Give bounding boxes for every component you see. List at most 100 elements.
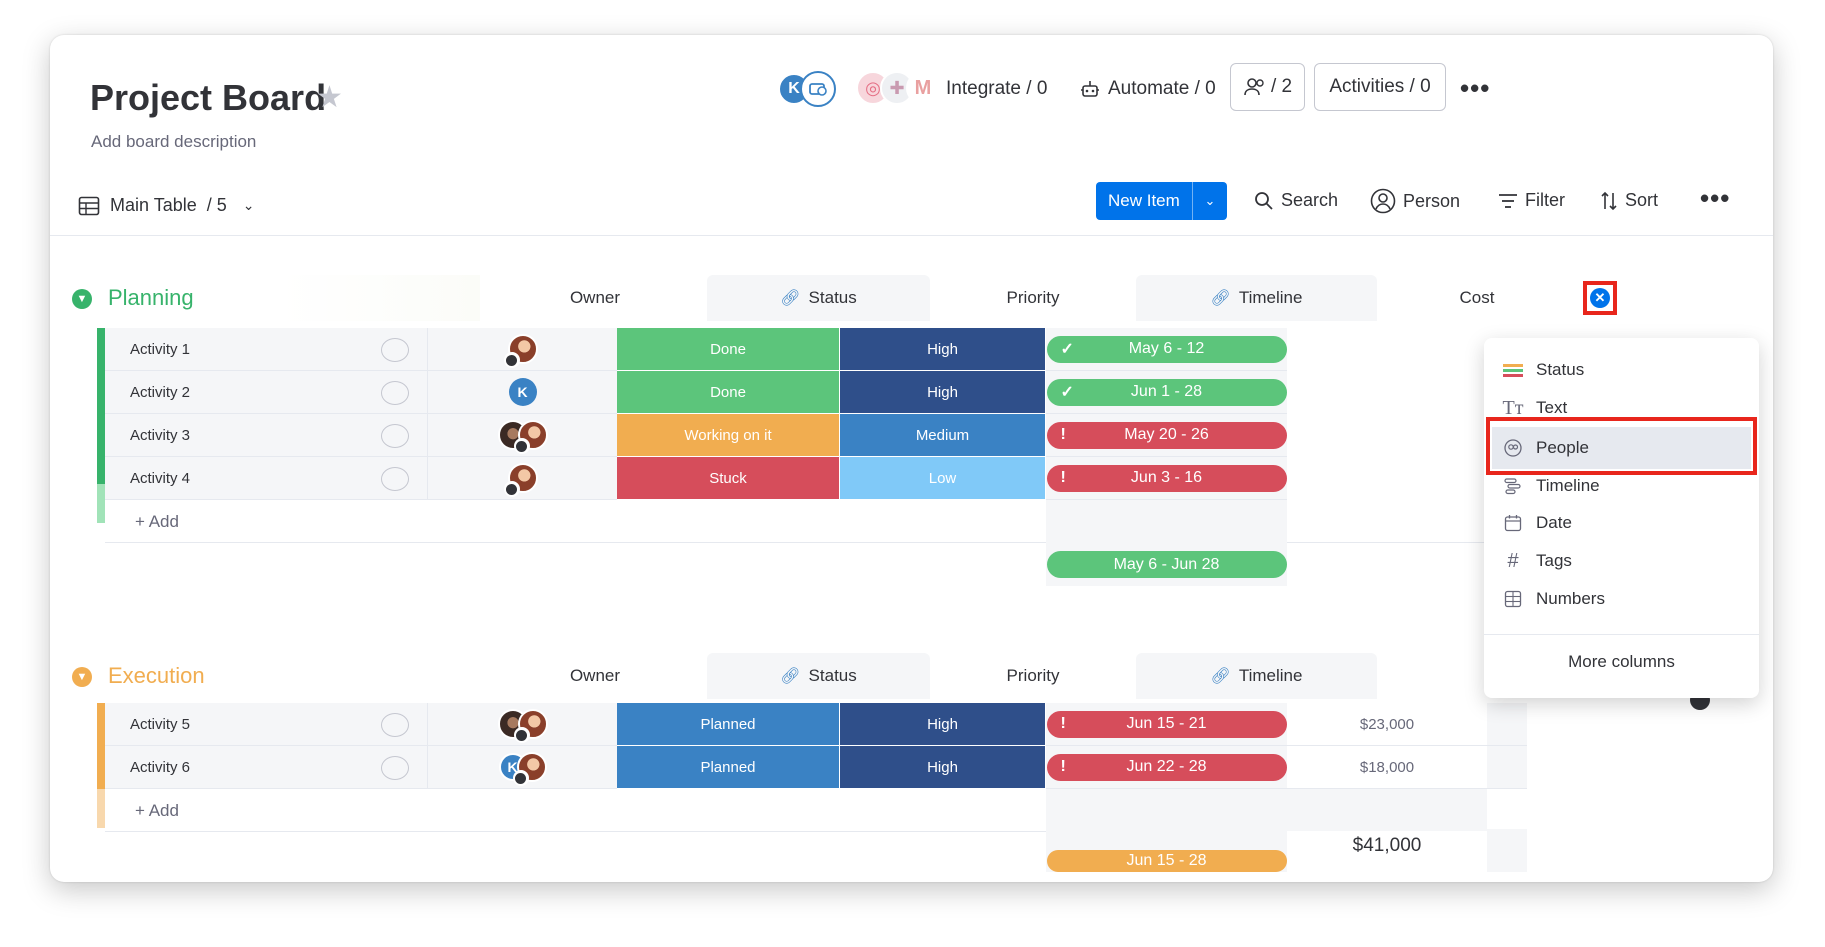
add-item-row[interactable]: + Add: [105, 789, 1525, 832]
person-filter-button[interactable]: Person: [1370, 188, 1460, 214]
timeline-cell[interactable]: ! Jun 15 - 21: [1046, 703, 1287, 746]
timeline-pill: ! Jun 22 - 28: [1046, 753, 1287, 781]
add-item-label[interactable]: + Add: [135, 500, 179, 543]
comment-icon[interactable]: [381, 713, 409, 737]
owner-cell[interactable]: K: [427, 371, 617, 414]
column-header-priority[interactable]: Priority: [930, 653, 1136, 699]
priority-cell[interactable]: High: [840, 328, 1046, 371]
cost-cell[interactable]: $23,000: [1287, 703, 1487, 746]
comment-icon[interactable]: [381, 381, 409, 405]
home-icon: [512, 770, 529, 786]
status-cell[interactable]: Working on it: [617, 414, 840, 457]
new-item-button[interactable]: New Item ⌄: [1096, 182, 1227, 220]
cost-cell[interactable]: $18,000: [1287, 746, 1487, 789]
group-title[interactable]: Execution: [108, 663, 205, 689]
comment-icon[interactable]: [381, 424, 409, 448]
home-icon: [513, 438, 530, 454]
timeline-column-icon: [1502, 477, 1524, 495]
sort-button[interactable]: Sort: [1600, 190, 1658, 211]
group-title[interactable]: Planning: [108, 285, 194, 311]
more-columns-button[interactable]: More columns: [1484, 642, 1759, 682]
status-cell[interactable]: Done: [617, 371, 840, 414]
column-header-status[interactable]: 🔗︎ Status: [707, 653, 930, 699]
priority-cell[interactable]: High: [840, 746, 1046, 789]
table-row[interactable]: Activity 5 Planned High ! Jun 15 - 21 $23…: [105, 703, 1733, 746]
priority-cell[interactable]: High: [840, 371, 1046, 414]
priority-cell[interactable]: Low: [840, 457, 1046, 500]
add-column-close-icon[interactable]: ✕: [1590, 288, 1610, 308]
members-button[interactable]: / 2: [1230, 63, 1305, 111]
item-name-cell[interactable]: Activity 1: [105, 328, 427, 371]
group-color-stripe: [97, 328, 105, 484]
status-cell[interactable]: Planned: [617, 703, 840, 746]
timeline-cell[interactable]: ✓ May 6 - 12: [1046, 328, 1287, 371]
guest-icon[interactable]: [800, 71, 836, 107]
priority-cell[interactable]: Medium: [840, 414, 1046, 457]
priority-cell[interactable]: High: [840, 703, 1046, 746]
column-header-status[interactable]: 🔗︎ Status: [707, 275, 930, 321]
item-name-cell[interactable]: Activity 4: [105, 457, 427, 500]
owner-cell[interactable]: [427, 457, 617, 500]
automate-button[interactable]: Automate / 0: [1080, 78, 1216, 100]
item-name-cell[interactable]: Activity 3: [105, 414, 427, 457]
star-icon[interactable]: ★: [316, 80, 343, 115]
integrate-button[interactable]: Integrate / 0: [946, 78, 1047, 100]
owner-cell[interactable]: [427, 414, 617, 457]
column-header-owner[interactable]: Owner: [483, 275, 707, 321]
column-header-cost[interactable]: Cost: [1377, 275, 1577, 321]
board-description[interactable]: Add board description: [91, 132, 256, 152]
timeline-cell[interactable]: ! Jun 3 - 16: [1046, 457, 1287, 500]
collapse-group-icon[interactable]: ▼: [72, 667, 92, 687]
item-name-cell[interactable]: Activity 2: [105, 371, 427, 414]
collapse-group-icon[interactable]: ▼: [72, 289, 92, 309]
home-icon: [513, 727, 530, 743]
toolbar-more-button[interactable]: •••: [1700, 183, 1730, 214]
timeline-cell[interactable]: ! Jun 22 - 28: [1046, 746, 1287, 789]
item-name-cell[interactable]: Activity 6: [105, 746, 427, 789]
comment-icon[interactable]: [381, 756, 409, 780]
robot-icon: [1081, 81, 1099, 97]
owner-cell[interactable]: K: [427, 746, 617, 789]
column-header-priority[interactable]: Priority: [930, 275, 1136, 321]
people-icon: [1244, 78, 1264, 96]
column-header-timeline[interactable]: 🔗︎ Timeline: [1136, 653, 1377, 699]
board-more-button[interactable]: •••: [1460, 73, 1490, 104]
menu-item-label: Text: [1536, 398, 1568, 417]
filter-icon: [1499, 193, 1517, 208]
timeline-cell[interactable]: ✓ Jun 1 - 28: [1046, 371, 1287, 414]
column-header-timeline[interactable]: 🔗︎ Timeline: [1136, 275, 1377, 321]
filter-button[interactable]: Filter: [1498, 190, 1565, 211]
add-item-row[interactable]: + Add: [105, 500, 1525, 543]
add-item-label[interactable]: + Add: [135, 789, 179, 832]
owner-cell[interactable]: [427, 703, 617, 746]
add-row-timeline-area: [1046, 500, 1287, 543]
table-row[interactable]: Activity 1 Done High ✓ May 6 - 12: [105, 328, 1525, 371]
status-cell[interactable]: Stuck: [617, 457, 840, 500]
owner-cell[interactable]: [427, 328, 617, 371]
check-icon: ✓: [1060, 384, 1074, 401]
group-color-stripe: [97, 703, 105, 789]
status-cell[interactable]: Done: [617, 328, 840, 371]
comment-icon[interactable]: [381, 338, 409, 362]
integrations-icon[interactable]: ◎ ✚ M: [856, 71, 948, 107]
timeline-cell[interactable]: ! May 20 - 26: [1046, 414, 1287, 457]
search-button[interactable]: Search: [1254, 190, 1338, 211]
menu-item-tags[interactable]: # Tags: [1484, 541, 1759, 581]
chevron-down-icon[interactable]: ⌄: [1193, 193, 1227, 209]
board-title[interactable]: Project Board: [90, 77, 326, 119]
table-row[interactable]: Activity 2 K Done High ✓ Jun 1 - 28: [105, 371, 1525, 414]
status-cell[interactable]: Planned: [617, 746, 840, 789]
view-selector[interactable]: Main Table / 5 ⌄: [78, 195, 254, 216]
comment-icon[interactable]: [381, 467, 409, 491]
item-name-cell[interactable]: Activity 5: [105, 703, 427, 746]
app-window: Project Board ★ Add board description K …: [50, 35, 1773, 882]
table-row[interactable]: Activity 3 Working on it Medium ! May 20 …: [105, 414, 1525, 457]
person-label: Person: [1403, 190, 1461, 211]
menu-item-date[interactable]: Date: [1484, 503, 1759, 543]
column-header-owner[interactable]: Owner: [483, 653, 707, 699]
menu-item-numbers[interactable]: Numbers: [1484, 579, 1759, 619]
table-row[interactable]: Activity 4 Stuck Low ! Jun 3 - 16: [105, 457, 1525, 500]
activities-button[interactable]: Activities / 0: [1314, 63, 1446, 111]
table-row[interactable]: Activity 6 K Planned High ! Jun 22 - 28 $…: [105, 746, 1733, 789]
menu-item-status[interactable]: Status: [1484, 350, 1759, 390]
